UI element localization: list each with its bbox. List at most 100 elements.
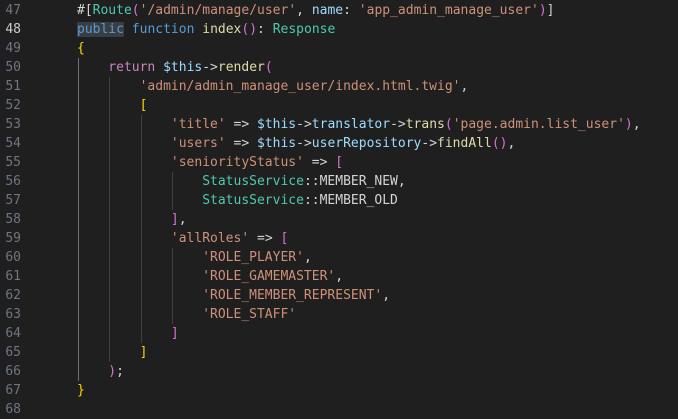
code-text: ] [171, 324, 179, 343]
code-line[interactable]: 68 [0, 400, 678, 419]
code-line[interactable]: 47 #[Route('/admin/manage/user', name: 'a… [0, 1, 678, 20]
code-token: 'page.admin.list_user' [452, 117, 625, 132]
code-token: name [311, 3, 344, 18]
code-token: $this [257, 136, 297, 151]
code-token: 'app_admin_manage_user' [358, 3, 539, 18]
code-line[interactable]: 48 public function index(): Response [0, 20, 678, 39]
code-token: ( [264, 60, 273, 75]
code-token: , [397, 174, 406, 189]
code-token: userRepository [311, 136, 422, 151]
indent-guide [140, 115, 142, 343]
code-token: Route [92, 3, 132, 18]
code-token: $this [257, 117, 297, 132]
code-token: -> [296, 136, 312, 151]
code-line[interactable]: 62 'ROLE_MEMBER_REPRESENT', [0, 286, 678, 305]
code-token: => [303, 155, 336, 170]
code-token: ; [116, 364, 124, 379]
code-token: ) [538, 3, 547, 18]
code-text: 'ROLE_STAFF' [202, 305, 296, 324]
code-text: 'title' => $this->translator->trans('pag… [171, 115, 641, 134]
code-token: MEMBER_NEW [319, 174, 398, 189]
code-line[interactable]: 53'title' => $this->translator->trans('p… [0, 115, 678, 134]
line-number: 62 [5, 288, 21, 303]
line-number: 49 [5, 41, 21, 56]
code-token: :: [303, 193, 320, 208]
line-number: 66 [5, 364, 21, 379]
code-line[interactable]: 56 StatusService::MEMBER_NEW, [0, 172, 678, 191]
code-line[interactable]: 59 'allRoles' => [ [0, 229, 678, 248]
code-token: ] [170, 326, 179, 341]
code-token: , [382, 288, 391, 303]
code-token: findAll [437, 136, 492, 151]
code-token: , [632, 117, 641, 132]
line-number: 67 [5, 383, 21, 398]
line-number: 59 [5, 231, 21, 246]
line-number: 48 [5, 22, 21, 37]
code-token: return [108, 60, 156, 75]
code-token: trans [405, 117, 445, 132]
code-token: ) [624, 117, 633, 132]
code-token: 'ROLE_PLAYER' [202, 250, 304, 265]
code-token: ) [108, 364, 117, 379]
code-token: [ [280, 231, 289, 246]
code-line[interactable]: 63 'ROLE_STAFF' [0, 305, 678, 324]
code-text: ); [108, 362, 124, 381]
code-line[interactable]: 50 return $this->render( [0, 58, 678, 77]
code-line[interactable]: 55 'seniorityStatus' => [ [0, 153, 678, 172]
code-token: , [507, 136, 516, 151]
code-token: ] [139, 345, 148, 360]
code-line[interactable]: 49 { [0, 39, 678, 58]
line-number: 55 [5, 155, 21, 170]
code-line[interactable]: 64] [0, 324, 678, 343]
code-token: 'ROLE_STAFF' [202, 307, 297, 322]
code-line[interactable]: 57 StatusService::MEMBER_OLD [0, 191, 678, 210]
indent-guide [171, 248, 173, 324]
code-token: -> [421, 136, 438, 151]
code-token: 'admin/admin_manage_user/index.html.twig… [139, 79, 461, 94]
code-line[interactable]: 67} [0, 381, 678, 400]
line-number: 47 [5, 3, 21, 18]
code-line[interactable]: 54'users' => $this->userRepository->find… [0, 134, 678, 153]
code-token: => [249, 231, 281, 246]
code-text: [ [140, 96, 148, 115]
code-token: => [225, 136, 257, 151]
line-number: 64 [5, 326, 21, 341]
code-text: { [77, 39, 85, 58]
code-token: , [335, 269, 344, 284]
code-editor[interactable]: 47 #[Route('/admin/manage/user', name: 'a… [0, 0, 678, 417]
code-line[interactable]: 61 'ROLE_GAMEMASTER', [0, 267, 678, 286]
code-token: => [225, 117, 257, 132]
code-token: ( [444, 117, 453, 132]
code-token: -> [296, 117, 312, 132]
line-number: 65 [5, 345, 21, 360]
code-text: 'ROLE_PLAYER', [202, 248, 312, 267]
code-line[interactable]: 65] [0, 343, 678, 362]
code-token: 'ROLE_MEMBER_REPRESENT' [202, 288, 383, 303]
code-line[interactable]: 66); [0, 362, 678, 381]
code-text: ], [171, 210, 187, 229]
code-token: 'allRoles' [170, 231, 250, 246]
line-number: 52 [5, 98, 21, 113]
code-token: , [303, 250, 312, 265]
code-token: Response [272, 22, 336, 37]
code-line[interactable]: 51 'admin/admin_manage_user/index.html.tw… [0, 77, 678, 96]
code-token: , [178, 212, 187, 227]
line-number: 51 [5, 79, 21, 94]
code-token: 'title' [170, 117, 226, 132]
code-line[interactable]: 52 [ [0, 96, 678, 115]
line-number: 50 [5, 60, 21, 75]
code-token: ] [170, 212, 179, 227]
line-number: 58 [5, 212, 21, 227]
code-line[interactable]: 60 'ROLE_PLAYER', [0, 248, 678, 267]
code-token: : [257, 22, 273, 37]
line-number: 57 [5, 193, 21, 208]
code-line[interactable]: 58], [0, 210, 678, 229]
code-token: 'users' [170, 136, 226, 151]
code-token: translator [311, 117, 391, 132]
code-text: } [77, 381, 85, 400]
code-token: '/admin/manage/user' [139, 3, 297, 18]
code-token: StatusService [202, 174, 304, 189]
code-token: : [343, 3, 359, 18]
